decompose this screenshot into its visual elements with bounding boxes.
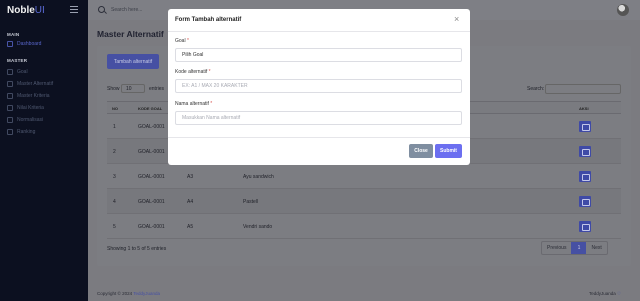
close-button[interactable]: Close [409, 144, 433, 158]
sidebar-item-nilai-kriteria[interactable]: Nilai Kriteria [7, 103, 44, 112]
avatar[interactable] [617, 4, 629, 16]
edit-button[interactable] [579, 171, 591, 182]
sidebar-item-ranking[interactable]: Ranking [7, 127, 35, 136]
edit-button[interactable] [579, 196, 591, 207]
cell-no: 5 [113, 224, 116, 230]
goal-label: Goal * [175, 38, 189, 44]
cell-kode: A4 [187, 199, 194, 205]
cell-kode-goal: GOAL-0001 [138, 149, 165, 155]
sidebar-section-master: MASTER [7, 58, 28, 63]
sidebar-item-master-alternatif[interactable]: Master Alternatif [7, 79, 53, 88]
page-title: Master Alternatif [97, 29, 164, 39]
sidebar-item-normalisasi[interactable]: Normalisasi [7, 115, 43, 124]
column-header-no[interactable]: NO [112, 106, 118, 111]
nama-alternatif-label: Nama alternatif * [175, 101, 213, 107]
sidebar-item-label: Goal [17, 68, 28, 75]
cell-kode: A5 [187, 224, 194, 230]
table-row: 4 GOAL-0001 A4 Pastell [107, 189, 621, 214]
trophy-icon [7, 128, 13, 135]
cell-kode-goal: GOAL-0001 [138, 224, 165, 230]
nama-alternatif-input[interactable]: Masukkan Nama alternatif [175, 111, 462, 125]
menu-toggle-icon[interactable] [70, 6, 78, 13]
brand-logo[interactable]: NobleUI [7, 5, 45, 16]
pagination-previous[interactable]: Previous [542, 242, 571, 254]
sidebar-item-label: Master Alternatif [17, 80, 54, 87]
cell-kode-goal: GOAL-0001 [138, 174, 165, 180]
edit-button[interactable] [579, 121, 591, 132]
cell-no: 2 [113, 149, 116, 155]
column-header-kode-goal[interactable]: KODE GOAL [138, 106, 162, 111]
pagination-page-1[interactable]: 1 [571, 242, 587, 254]
sidebar-item-master-kriteria[interactable]: Master Kriteria [7, 91, 50, 100]
sidebar-item-label: Normalisasi [17, 116, 44, 123]
sidebar: NobleUI MAIN Dashboard MASTER Goal Maste… [0, 0, 88, 301]
footer-brand-link[interactable]: TeddyJuanda [133, 291, 160, 296]
search-input[interactable]: Search here... [111, 7, 142, 13]
page-size-select[interactable]: 10 [121, 84, 145, 93]
entries-label: entries [149, 86, 165, 92]
modal-header-divider [168, 31, 470, 32]
pagination: Previous 1 Next [541, 241, 608, 255]
search-icon[interactable] [98, 6, 105, 13]
table-row: 5 GOAL-0001 A5 Vendri sando [107, 214, 621, 239]
footer-credit: TeddyJuanda ♡ [589, 291, 622, 296]
list-icon [7, 80, 13, 87]
cell-no: 3 [113, 174, 116, 180]
sidebar-item-dashboard[interactable]: Dashboard [7, 39, 41, 48]
modal-footer-divider [168, 137, 470, 138]
sidebar-item-goal[interactable]: Goal [7, 67, 28, 76]
table-search-input[interactable] [545, 84, 621, 94]
cell-nama: Ayu sandwich [243, 174, 274, 180]
table-row: 3 GOAL-0001 A3 Ayu sandwich [107, 164, 621, 189]
show-label: Show [107, 86, 120, 92]
cell-kode-goal: GOAL-0001 [138, 124, 165, 130]
sidebar-item-label: Master Kriteria [17, 92, 50, 99]
edit-button[interactable] [579, 221, 591, 232]
sidebar-item-label: Dashboard [17, 40, 42, 47]
kode-alternatif-label: Kode alternatif * [175, 69, 211, 75]
dashboard-icon [7, 40, 13, 47]
sidebar-section-main: MAIN [7, 32, 20, 37]
list-icon [7, 92, 13, 99]
cell-kode: A3 [187, 174, 194, 180]
goal-select[interactable]: Pilih Goal [175, 48, 462, 62]
table-info: Showing 1 to 5 of 5 entries [107, 246, 167, 252]
edit-button[interactable] [579, 146, 591, 157]
kode-alternatif-input[interactable]: EX: A1 / MAX 20 KARAKTER [175, 79, 462, 93]
submit-button[interactable]: Submit [435, 144, 462, 158]
sidebar-item-label: Nilai Kriteria [17, 104, 44, 111]
column-header-aksi: AKSI [579, 106, 589, 111]
cell-nama: Pastell [243, 199, 259, 205]
goal-icon [7, 68, 13, 75]
cell-no: 1 [113, 124, 116, 130]
close-icon[interactable]: × [454, 15, 459, 24]
chart-icon [7, 116, 13, 123]
table-search-label: Search: [527, 86, 545, 92]
heart-icon: ♡ [617, 291, 622, 296]
cell-nama: Vendri sando [243, 224, 273, 230]
grid-icon [7, 104, 13, 111]
cell-no: 4 [113, 199, 116, 205]
add-alternative-button[interactable]: Tambah alternatif [107, 54, 159, 69]
sidebar-item-label: Ranking [17, 128, 36, 135]
modal-title: Form Tambah alternatif [175, 17, 242, 23]
pagination-next[interactable]: Next [586, 242, 606, 254]
add-alternative-modal: Form Tambah alternatif × Goal * Pilih Go… [168, 9, 470, 165]
footer-copyright: Copyright © 2024 TeddyJuanda [97, 291, 161, 296]
cell-kode-goal: GOAL-0001 [138, 199, 165, 205]
